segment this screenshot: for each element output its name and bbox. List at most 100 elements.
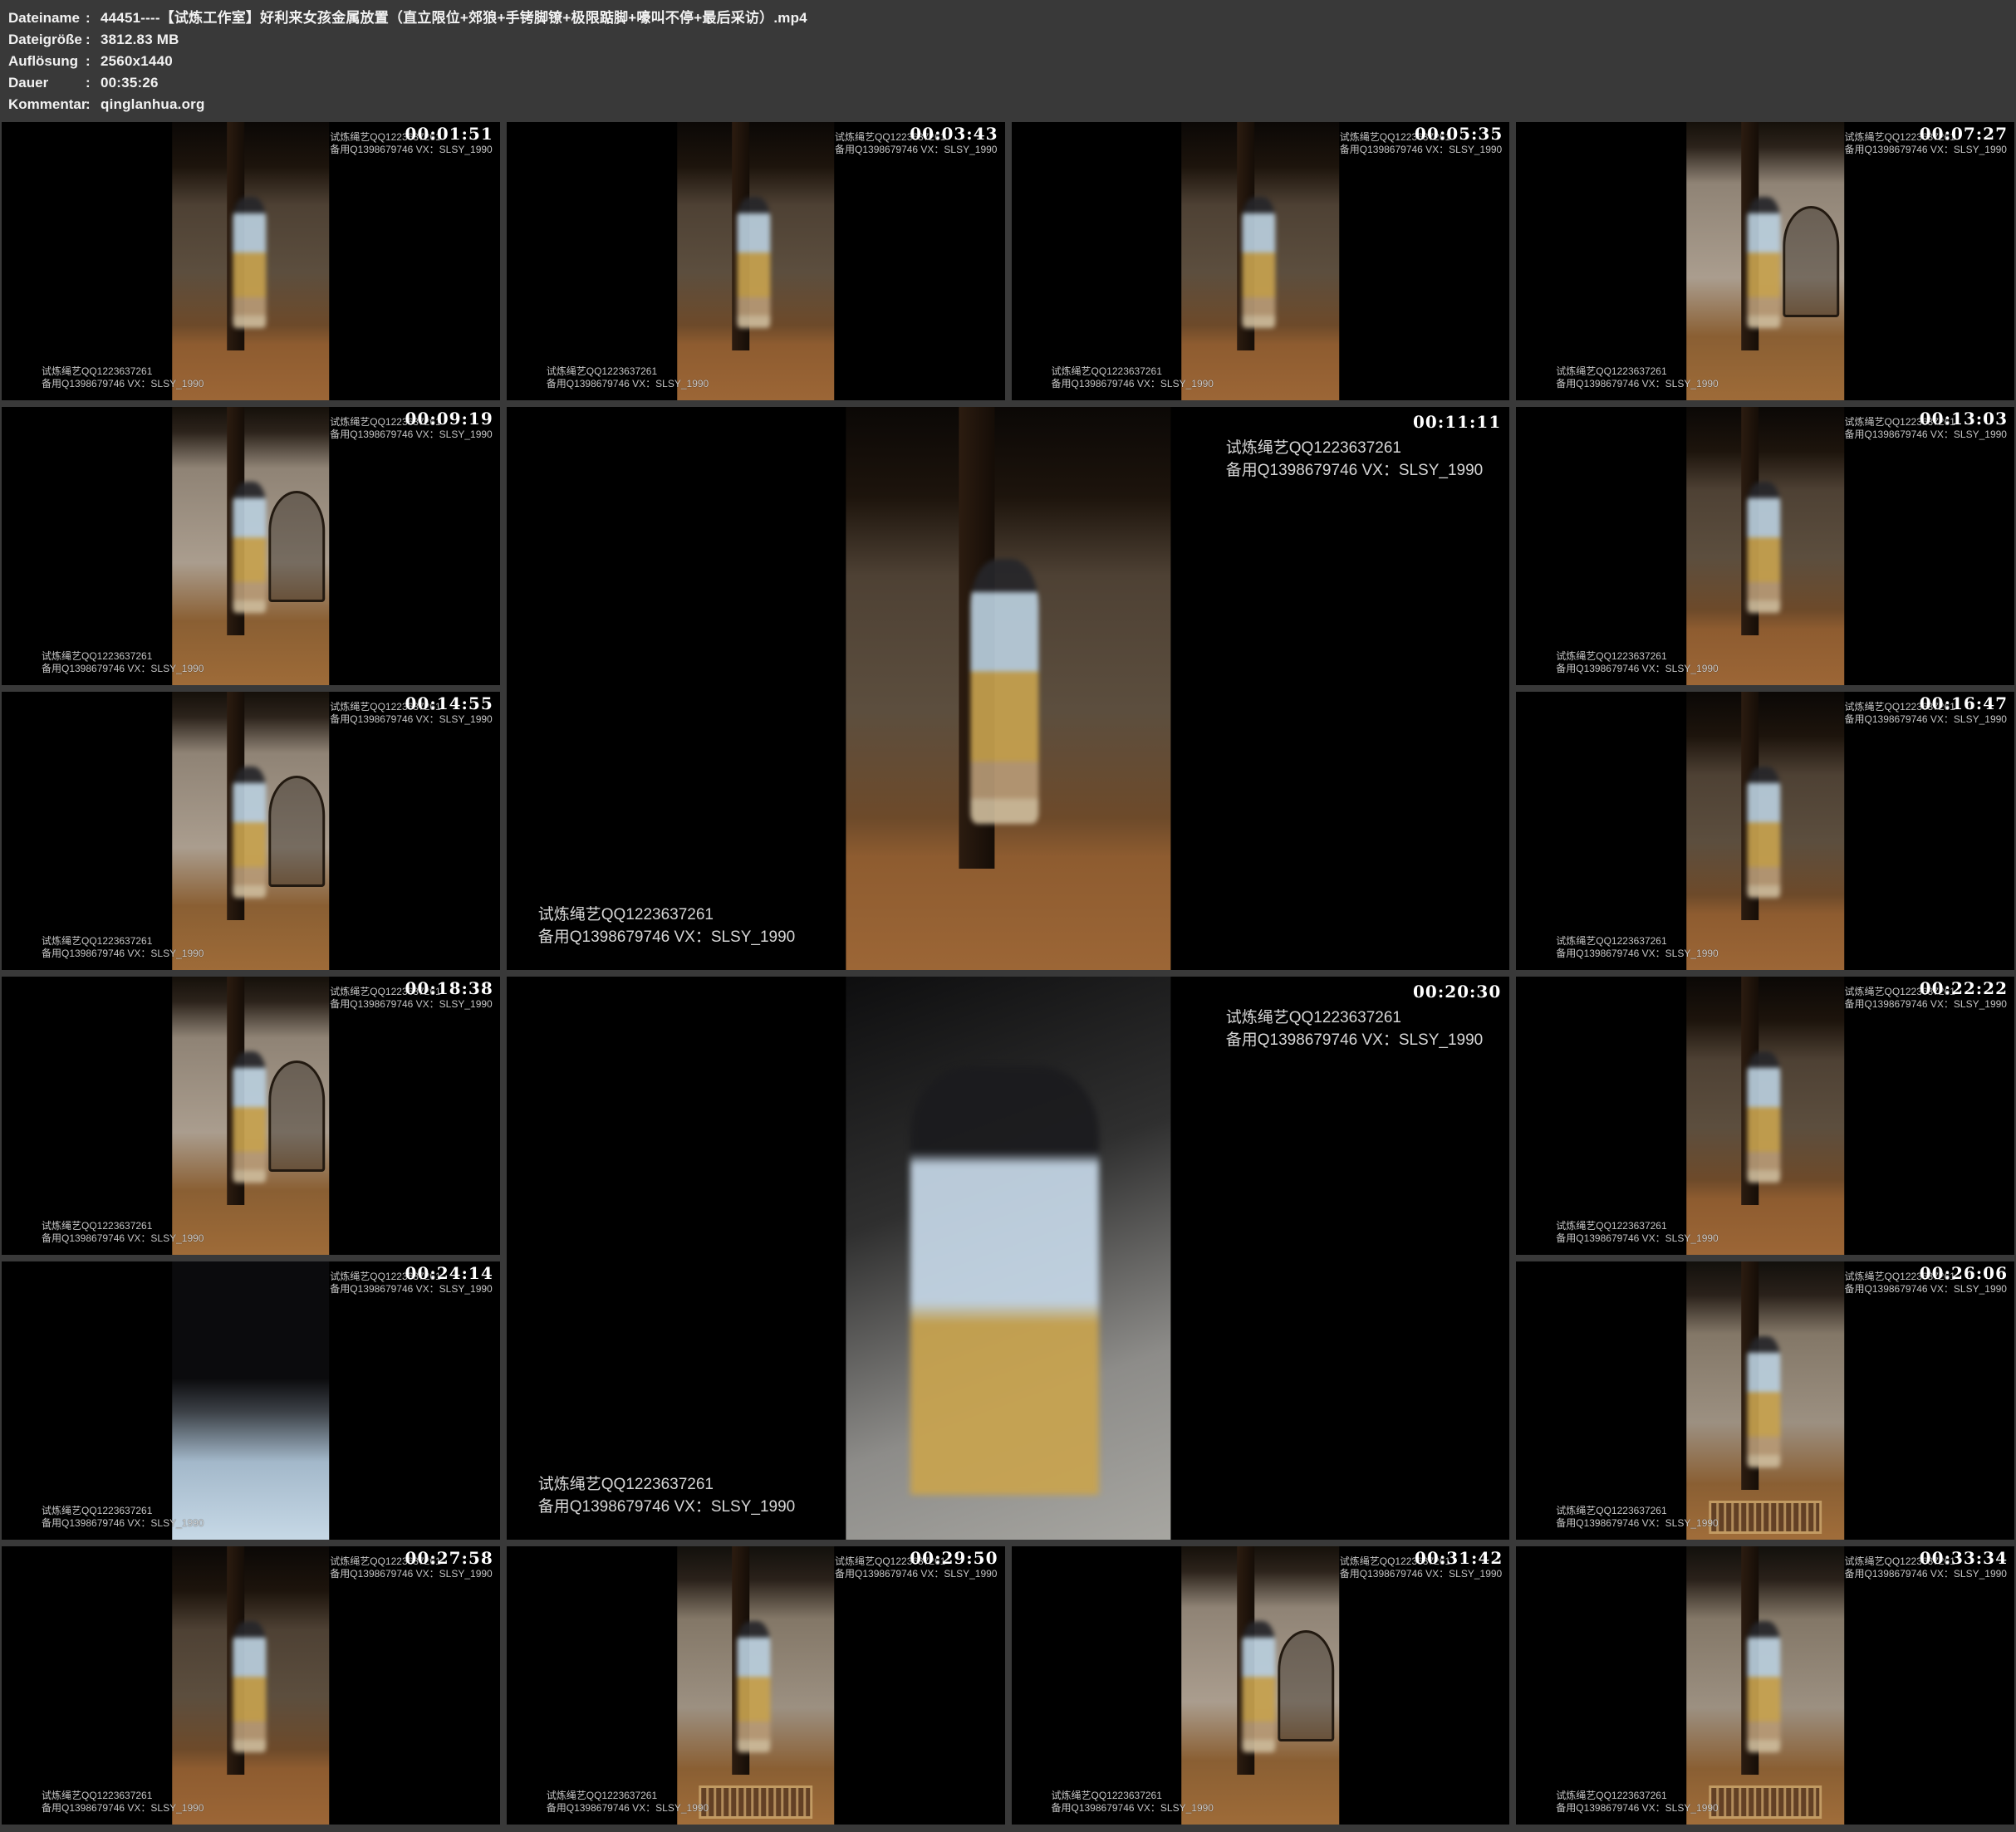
- watermark-bottom-left: 试炼绳艺QQ1223637261备用Q1398679746 VX：SLSY_19…: [538, 904, 796, 948]
- video-thumbnail[interactable]: 试炼绳艺QQ1223637261备用Q1398679746 VX：SLSY_19…: [2, 407, 500, 685]
- meta-row-comment: Kommentar:qinglanhua.org: [8, 94, 2016, 115]
- resolution-value: 2560x1440: [101, 53, 173, 69]
- meta-label: Dauer: [8, 72, 86, 94]
- timestamp-overlay: 00:13:03: [1920, 409, 2008, 429]
- timestamp-overlay: 00:14:55: [405, 693, 493, 713]
- timestamp-overlay: 00:07:27: [1920, 124, 2008, 144]
- timestamp-overlay: 00:18:38: [405, 978, 493, 998]
- video-frame-placeholder: [1686, 692, 1844, 970]
- watermark-bottom-left: 试炼绳艺QQ1223637261备用Q1398679746 VX：SLSY_19…: [1556, 1790, 1718, 1815]
- timestamp-overlay: 00:05:35: [1415, 124, 1503, 144]
- video-thumbnail[interactable]: 试炼绳艺QQ1223637261备用Q1398679746 VX：SLSY_19…: [1516, 692, 2014, 970]
- meta-row-duration: Dauer:00:35:26: [8, 72, 2016, 94]
- video-frame-placeholder: [677, 1546, 835, 1825]
- meta-separator: :: [86, 51, 101, 72]
- figure-placeholder: [1747, 482, 1780, 612]
- filesize-value: 3812.83 MB: [101, 32, 179, 47]
- video-thumbnail[interactable]: 试炼绳艺QQ1223637261备用Q1398679746 VX：SLSY_19…: [507, 122, 1005, 400]
- video-thumbnail[interactable]: 试炼绳艺QQ1223637261备用Q1398679746 VX：SLSY_19…: [1516, 977, 2014, 1255]
- video-frame-placeholder: [172, 407, 330, 685]
- video-thumbnail[interactable]: 试炼绳艺QQ1223637261备用Q1398679746 VX：SLSY_19…: [507, 1546, 1005, 1825]
- video-thumbnail[interactable]: 试炼绳艺QQ1223637261备用Q1398679746 VX：SLSY_19…: [1012, 122, 1510, 400]
- arched-window-shape: [268, 1061, 325, 1172]
- watermark-bottom-left: 试炼绳艺QQ1223637261备用Q1398679746 VX：SLSY_19…: [42, 1220, 204, 1245]
- timestamp-overlay: 00:22:22: [1920, 978, 2008, 998]
- video-frame-placeholder: [1686, 407, 1844, 685]
- timestamp-overlay: 00:24:14: [405, 1263, 493, 1283]
- figure-placeholder: [233, 1051, 266, 1182]
- video-thumbnail[interactable]: 试炼绳艺QQ1223637261备用Q1398679746 VX：SLSY_19…: [2, 692, 500, 970]
- watermark-bottom-left: 试炼绳艺QQ1223637261备用Q1398679746 VX：SLSY_19…: [1052, 365, 1214, 390]
- rug-shape: [699, 1785, 812, 1819]
- watermark-bottom-left: 试炼绳艺QQ1223637261备用Q1398679746 VX：SLSY_19…: [42, 1505, 204, 1530]
- timestamp-overlay: 00:31:42: [1415, 1548, 1503, 1568]
- watermark-bottom-left: 试炼绳艺QQ1223637261备用Q1398679746 VX：SLSY_19…: [1052, 1790, 1214, 1815]
- figure-placeholder: [738, 197, 771, 327]
- meta-label: Dateigröße: [8, 29, 86, 51]
- video-frame-placeholder: [172, 692, 330, 970]
- video-thumbnail-large[interactable]: 00:20:30 试炼绳艺QQ1223637261备用Q1398679746 V…: [507, 977, 1510, 1540]
- video-thumbnail[interactable]: 试炼绳艺QQ1223637261备用Q1398679746 VX：SLSY_19…: [1516, 407, 2014, 685]
- video-thumbnail[interactable]: 试炼绳艺QQ1223637261备用Q1398679746 VX：SLSY_19…: [2, 977, 500, 1255]
- arched-window-shape: [1278, 1630, 1334, 1741]
- meta-label: Auflösung: [8, 51, 86, 72]
- video-frame-placeholder: [677, 122, 835, 400]
- figure-placeholder: [1747, 1051, 1780, 1182]
- video-thumbnail[interactable]: 试炼绳艺QQ1223637261备用Q1398679746 VX：SLSY_19…: [1516, 1261, 2014, 1540]
- watermark-bottom-left: 试炼绳艺QQ1223637261备用Q1398679746 VX：SLSY_19…: [1556, 365, 1718, 390]
- watermark-bottom-left: 试炼绳艺QQ1223637261备用Q1398679746 VX：SLSY_19…: [547, 365, 709, 390]
- filename-value: 44451----【试炼工作室】好利来女孩金属放置（直立限位+郊狼+手铐脚镣+极…: [101, 10, 807, 26]
- figure-placeholder: [1747, 767, 1780, 897]
- timestamp-overlay: 00:33:34: [1920, 1548, 2008, 1568]
- video-frame-placeholder: [172, 1546, 330, 1825]
- watermark-bottom-left: 试炼绳艺QQ1223637261备用Q1398679746 VX：SLSY_19…: [42, 1790, 204, 1815]
- meta-separator: :: [86, 72, 101, 94]
- arched-window-shape: [1783, 206, 1839, 317]
- watermark-top-right: 试炼绳艺QQ1223637261备用Q1398679746 VX：SLSY_19…: [1226, 1007, 1484, 1051]
- figure-placeholder: [1747, 1621, 1780, 1751]
- figure-placeholder: [971, 559, 1039, 824]
- watermark-bottom-left: 试炼绳艺QQ1223637261备用Q1398679746 VX：SLSY_19…: [42, 365, 204, 390]
- video-frame-placeholder: [846, 407, 1170, 970]
- video-frame-placeholder: [172, 1261, 330, 1540]
- figure-placeholder: [233, 197, 266, 327]
- watermark-bottom-left: 试炼绳艺QQ1223637261备用Q1398679746 VX：SLSY_19…: [547, 1790, 709, 1815]
- file-metadata-header: Dateiname:44451----【试炼工作室】好利来女孩金属放置（直立限位…: [0, 0, 2016, 120]
- video-thumbnail[interactable]: 试炼绳艺QQ1223637261备用Q1398679746 VX：SLSY_19…: [1516, 1546, 2014, 1825]
- comment-value: qinglanhua.org: [101, 96, 205, 112]
- rug-shape: [1709, 1501, 1822, 1534]
- timestamp-overlay: 00:03:43: [910, 124, 998, 144]
- video-frame-placeholder: [172, 122, 330, 400]
- video-thumbnail[interactable]: 试炼绳艺QQ1223637261备用Q1398679746 VX：SLSY_19…: [2, 1546, 500, 1825]
- figure-placeholder: [233, 1621, 266, 1751]
- meta-row-filename: Dateiname:44451----【试炼工作室】好利来女孩金属放置（直立限位…: [8, 7, 2016, 29]
- meta-label: Kommentar: [8, 94, 86, 115]
- figure-placeholder: [233, 482, 266, 612]
- figure-placeholder: [910, 1066, 1099, 1494]
- video-frame-placeholder: [1686, 1546, 1844, 1825]
- thumbnail-grid: 试炼绳艺QQ1223637261备用Q1398679746 VX：SLSY_19…: [0, 120, 2016, 1826]
- figure-placeholder: [233, 767, 266, 897]
- arched-window-shape: [268, 776, 325, 887]
- timestamp-overlay: 00:16:47: [1920, 693, 2008, 713]
- video-frame-placeholder: [1182, 122, 1340, 400]
- watermark-bottom-left: 试炼绳艺QQ1223637261备用Q1398679746 VX：SLSY_19…: [42, 650, 204, 675]
- meta-row-filesize: Dateigröße:3812.83 MB: [8, 29, 2016, 51]
- video-frame-placeholder: [1182, 1546, 1340, 1825]
- video-thumbnail[interactable]: 试炼绳艺QQ1223637261备用Q1398679746 VX：SLSY_19…: [2, 122, 500, 400]
- video-thumbnail-large[interactable]: 00:11:11 试炼绳艺QQ1223637261备用Q1398679746 V…: [507, 407, 1510, 970]
- timestamp-overlay: 00:20:30: [1413, 982, 1501, 1002]
- timestamp-overlay: 00:11:11: [1413, 412, 1501, 432]
- video-frame-placeholder: [846, 977, 1170, 1540]
- meta-separator: :: [86, 94, 101, 115]
- video-frame-placeholder: [1686, 122, 1844, 400]
- timestamp-overlay: 00:27:58: [405, 1548, 493, 1568]
- figure-placeholder: [1243, 1621, 1276, 1751]
- watermark-top-right: 试炼绳艺QQ1223637261备用Q1398679746 VX：SLSY_19…: [1226, 437, 1484, 482]
- video-thumbnail[interactable]: 试炼绳艺QQ1223637261备用Q1398679746 VX：SLSY_19…: [1012, 1546, 1510, 1825]
- watermark-bottom-left: 试炼绳艺QQ1223637261备用Q1398679746 VX：SLSY_19…: [42, 935, 204, 960]
- figure-placeholder: [1243, 197, 1276, 327]
- video-thumbnail[interactable]: 试炼绳艺QQ1223637261备用Q1398679746 VX：SLSY_19…: [1516, 122, 2014, 400]
- arched-window-shape: [268, 491, 325, 602]
- video-thumbnail[interactable]: 试炼绳艺QQ1223637261备用Q1398679746 VX：SLSY_19…: [2, 1261, 500, 1540]
